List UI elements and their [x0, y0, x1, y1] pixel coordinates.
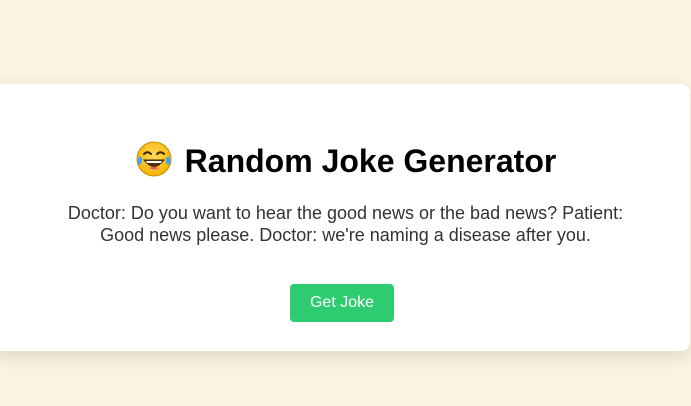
page-title: Random Joke Generator	[0, 140, 691, 180]
joke-line-1: Doctor: Do you want to hear the good new…	[67, 203, 624, 223]
laughing-tears-emoji-icon	[135, 140, 173, 178]
joke-text: Doctor: Do you want to hear the good new…	[0, 202, 691, 246]
get-joke-button[interactable]: Get Joke	[290, 284, 394, 322]
joke-line-2: Good news please. Doctor: we're naming a…	[100, 225, 591, 245]
title-text: Random Joke Generator	[184, 143, 557, 179]
